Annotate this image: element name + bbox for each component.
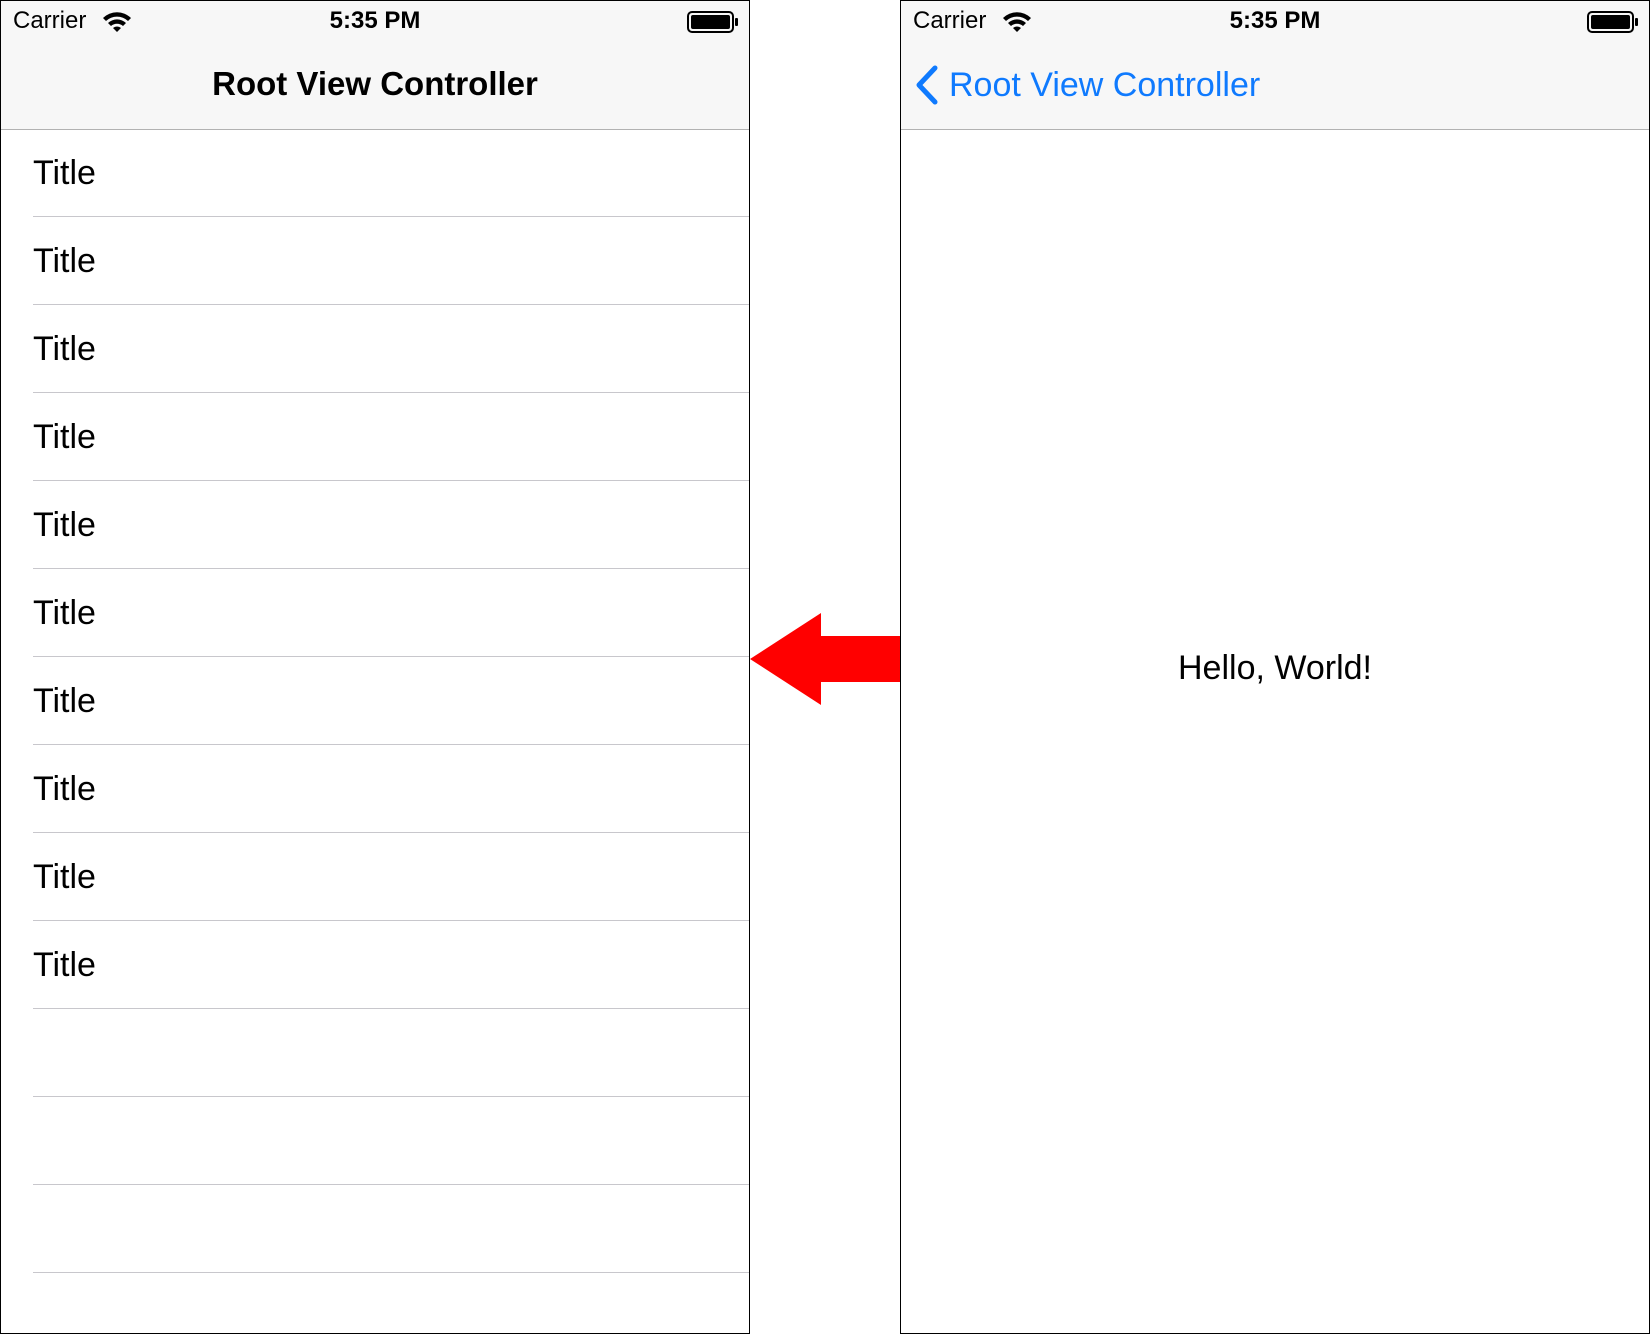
detail-view-controller-screen: Carrier 5:35 PM Root View Controller Hel…: [900, 0, 1650, 1334]
table-row: [1, 1273, 749, 1333]
table-row-label: Title: [33, 506, 96, 544]
chevron-left-icon: [916, 65, 938, 105]
table-row[interactable]: Title: [1, 481, 749, 569]
table-row: [1, 1185, 749, 1273]
table-row[interactable]: Title: [1, 745, 749, 833]
navigation-bar: Carrier 5:35 PM Root View Controller: [1, 1, 749, 130]
table-row-label: Title: [33, 330, 96, 368]
table-row[interactable]: Title: [1, 921, 749, 1009]
battery-icon: [687, 11, 738, 33]
table-row: [1, 1009, 749, 1097]
status-bar: Carrier 5:35 PM: [901, 1, 1649, 41]
table-row[interactable]: Title: [1, 569, 749, 657]
table-row[interactable]: Title: [1, 129, 749, 217]
status-time: 5:35 PM: [1229, 7, 1321, 34]
table-row-label: Title: [33, 682, 96, 720]
table-row[interactable]: Title: [1, 833, 749, 921]
table-row-label: Title: [33, 946, 96, 984]
table-row-label: Title: [33, 858, 96, 896]
nav-title: Root View Controller: [212, 65, 538, 102]
battery-icon: [1587, 11, 1638, 33]
table-row[interactable]: Title: [1, 217, 749, 305]
table-row[interactable]: Title: [1, 305, 749, 393]
stage: Carrier 5:35 PM Root View Controller Tit…: [0, 0, 1650, 1334]
table-row[interactable]: Title: [1, 657, 749, 745]
root-view-controller-screen: Carrier 5:35 PM Root View Controller Tit…: [0, 0, 750, 1334]
table-row-label: Title: [33, 418, 96, 456]
table-row-label: Title: [33, 770, 96, 808]
arrow-left-icon: [750, 613, 900, 705]
table-row[interactable]: Title: [1, 393, 749, 481]
table-view[interactable]: Title Title Title Title Title Title Title Title…: [1, 129, 749, 1333]
table-row-label: Title: [33, 242, 96, 280]
table-row: [1, 1097, 749, 1185]
back-button-label: Root View Controller: [949, 65, 1261, 104]
table-row-label: Title: [33, 594, 96, 632]
navigation-bar: Carrier 5:35 PM Root View Controller: [901, 1, 1649, 130]
hello-label: Hello, World!: [1178, 649, 1372, 687]
status-time: 5:35 PM: [329, 7, 421, 34]
back-button[interactable]: Root View Controller: [915, 63, 1260, 107]
status-bar: Carrier 5:35 PM: [1, 1, 749, 41]
table-row-label: Title: [33, 154, 96, 192]
